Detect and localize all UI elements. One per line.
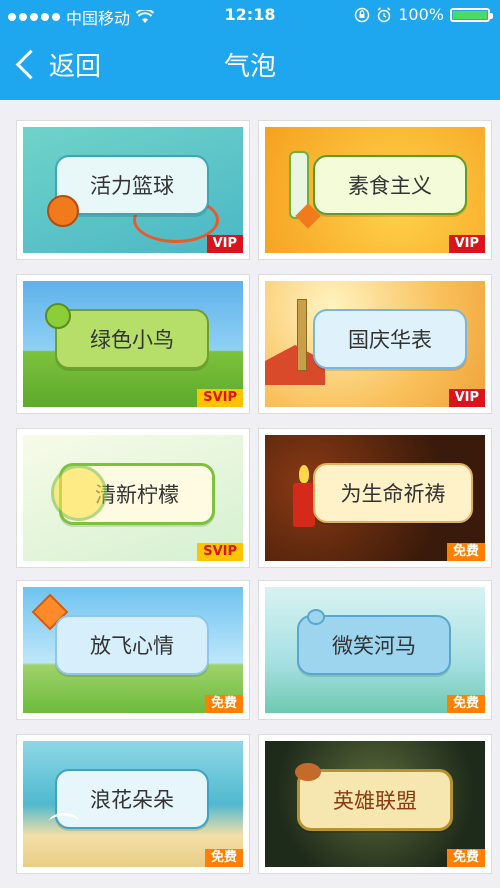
bubble-name: 绿色小鸟 [90, 328, 174, 352]
battery-icon [450, 7, 493, 22]
page-title: 气泡 [223, 52, 276, 82]
hippo-ear-icon [307, 609, 325, 625]
alarm-icon [377, 6, 391, 22]
bubble-name: 放飞心情 [90, 634, 174, 658]
wave-icon [49, 813, 79, 830]
bird-icon [45, 303, 71, 329]
lemon-slice-icon [51, 465, 107, 521]
bubble-card-basketball[interactable]: 活力篮球 VIP [16, 120, 250, 260]
bubble-thumb: 活力篮球 VIP [23, 127, 243, 253]
nav-bar: 返回 气泡 [0, 30, 500, 100]
tag-badge: 免费 [204, 695, 243, 713]
bubble-preview: 放飞心情 [55, 615, 209, 675]
bubble-card-vegetarian[interactable]: 素食主义 VIP [258, 120, 492, 260]
bubble-card-pray[interactable]: 为生命祈祷 免费 [258, 428, 492, 568]
rotation-lock-icon [355, 7, 370, 22]
bubble-card-waves[interactable]: 浪花朵朵 免费 [16, 734, 250, 874]
tag-badge: 免费 [446, 695, 485, 713]
bubble-thumb: 微笑河马 免费 [265, 587, 485, 713]
bubble-thumb: 浪花朵朵 免费 [23, 741, 243, 867]
bubble-thumb: 素食主义 VIP [265, 127, 485, 253]
bubble-preview: 素食主义 [313, 155, 467, 215]
bubble-card-lol[interactable]: 英雄联盟 免费 [258, 734, 492, 874]
status-right: 100% [354, 5, 493, 24]
bubble-name: 微笑河马 [332, 634, 416, 658]
huabiao-pillar-icon [297, 299, 307, 371]
bubble-name: 清新柠檬 [95, 483, 179, 507]
status-bar: 中国移动 12:18 100% [0, 0, 500, 30]
bubble-card-hippo[interactable]: 微笑河马 免费 [258, 580, 492, 720]
bubble-thumb: 国庆华表 VIP [265, 281, 485, 407]
flame-icon [299, 465, 309, 483]
tag-badge: VIP [448, 389, 485, 407]
bubble-thumb: 为生命祈祷 免费 [265, 435, 485, 561]
bubble-preview: 国庆华表 [313, 309, 467, 369]
tag-badge: SVIP [197, 543, 243, 561]
bubble-thumb: 清新柠檬 SVIP [23, 435, 243, 561]
bubble-preview: 英雄联盟 [297, 769, 453, 831]
bubble-name: 活力篮球 [90, 174, 174, 198]
helmet-icon [295, 763, 321, 781]
bubble-name: 为生命祈祷 [340, 482, 446, 506]
bubble-grid: 活力篮球 VIP 素食主义 VIP 绿色小鸟 SVIP 国庆华表 VIP 清新柠… [0, 100, 500, 888]
tag-badge: 免费 [204, 849, 243, 867]
candle-icon [293, 483, 315, 527]
bubble-card-kite[interactable]: 放飞心情 免费 [16, 580, 250, 720]
tag-badge: SVIP [197, 389, 243, 407]
bubble-thumb: 绿色小鸟 SVIP [23, 281, 243, 407]
bubble-name: 国庆华表 [348, 328, 432, 352]
tag-badge: VIP [206, 235, 243, 253]
bubble-preview: 为生命祈祷 [313, 463, 473, 523]
basketball-icon [47, 195, 79, 227]
bubble-card-lemon[interactable]: 清新柠檬 SVIP [16, 428, 250, 568]
battery-percent: 100% [398, 5, 444, 24]
bubble-thumb: 英雄联盟 免费 [265, 741, 485, 867]
tag-badge: 免费 [446, 849, 485, 867]
bubble-name: 英雄联盟 [333, 789, 417, 813]
bubble-name: 素食主义 [348, 174, 432, 198]
bubble-card-national-day[interactable]: 国庆华表 VIP [258, 274, 492, 414]
bubble-card-green-bird[interactable]: 绿色小鸟 SVIP [16, 274, 250, 414]
tag-badge: 免费 [446, 543, 485, 561]
bubble-preview: 绿色小鸟 [55, 309, 209, 369]
bubble-thumb: 放飞心情 免费 [23, 587, 243, 713]
tag-badge: VIP [448, 235, 485, 253]
bubble-name: 浪花朵朵 [90, 788, 174, 812]
